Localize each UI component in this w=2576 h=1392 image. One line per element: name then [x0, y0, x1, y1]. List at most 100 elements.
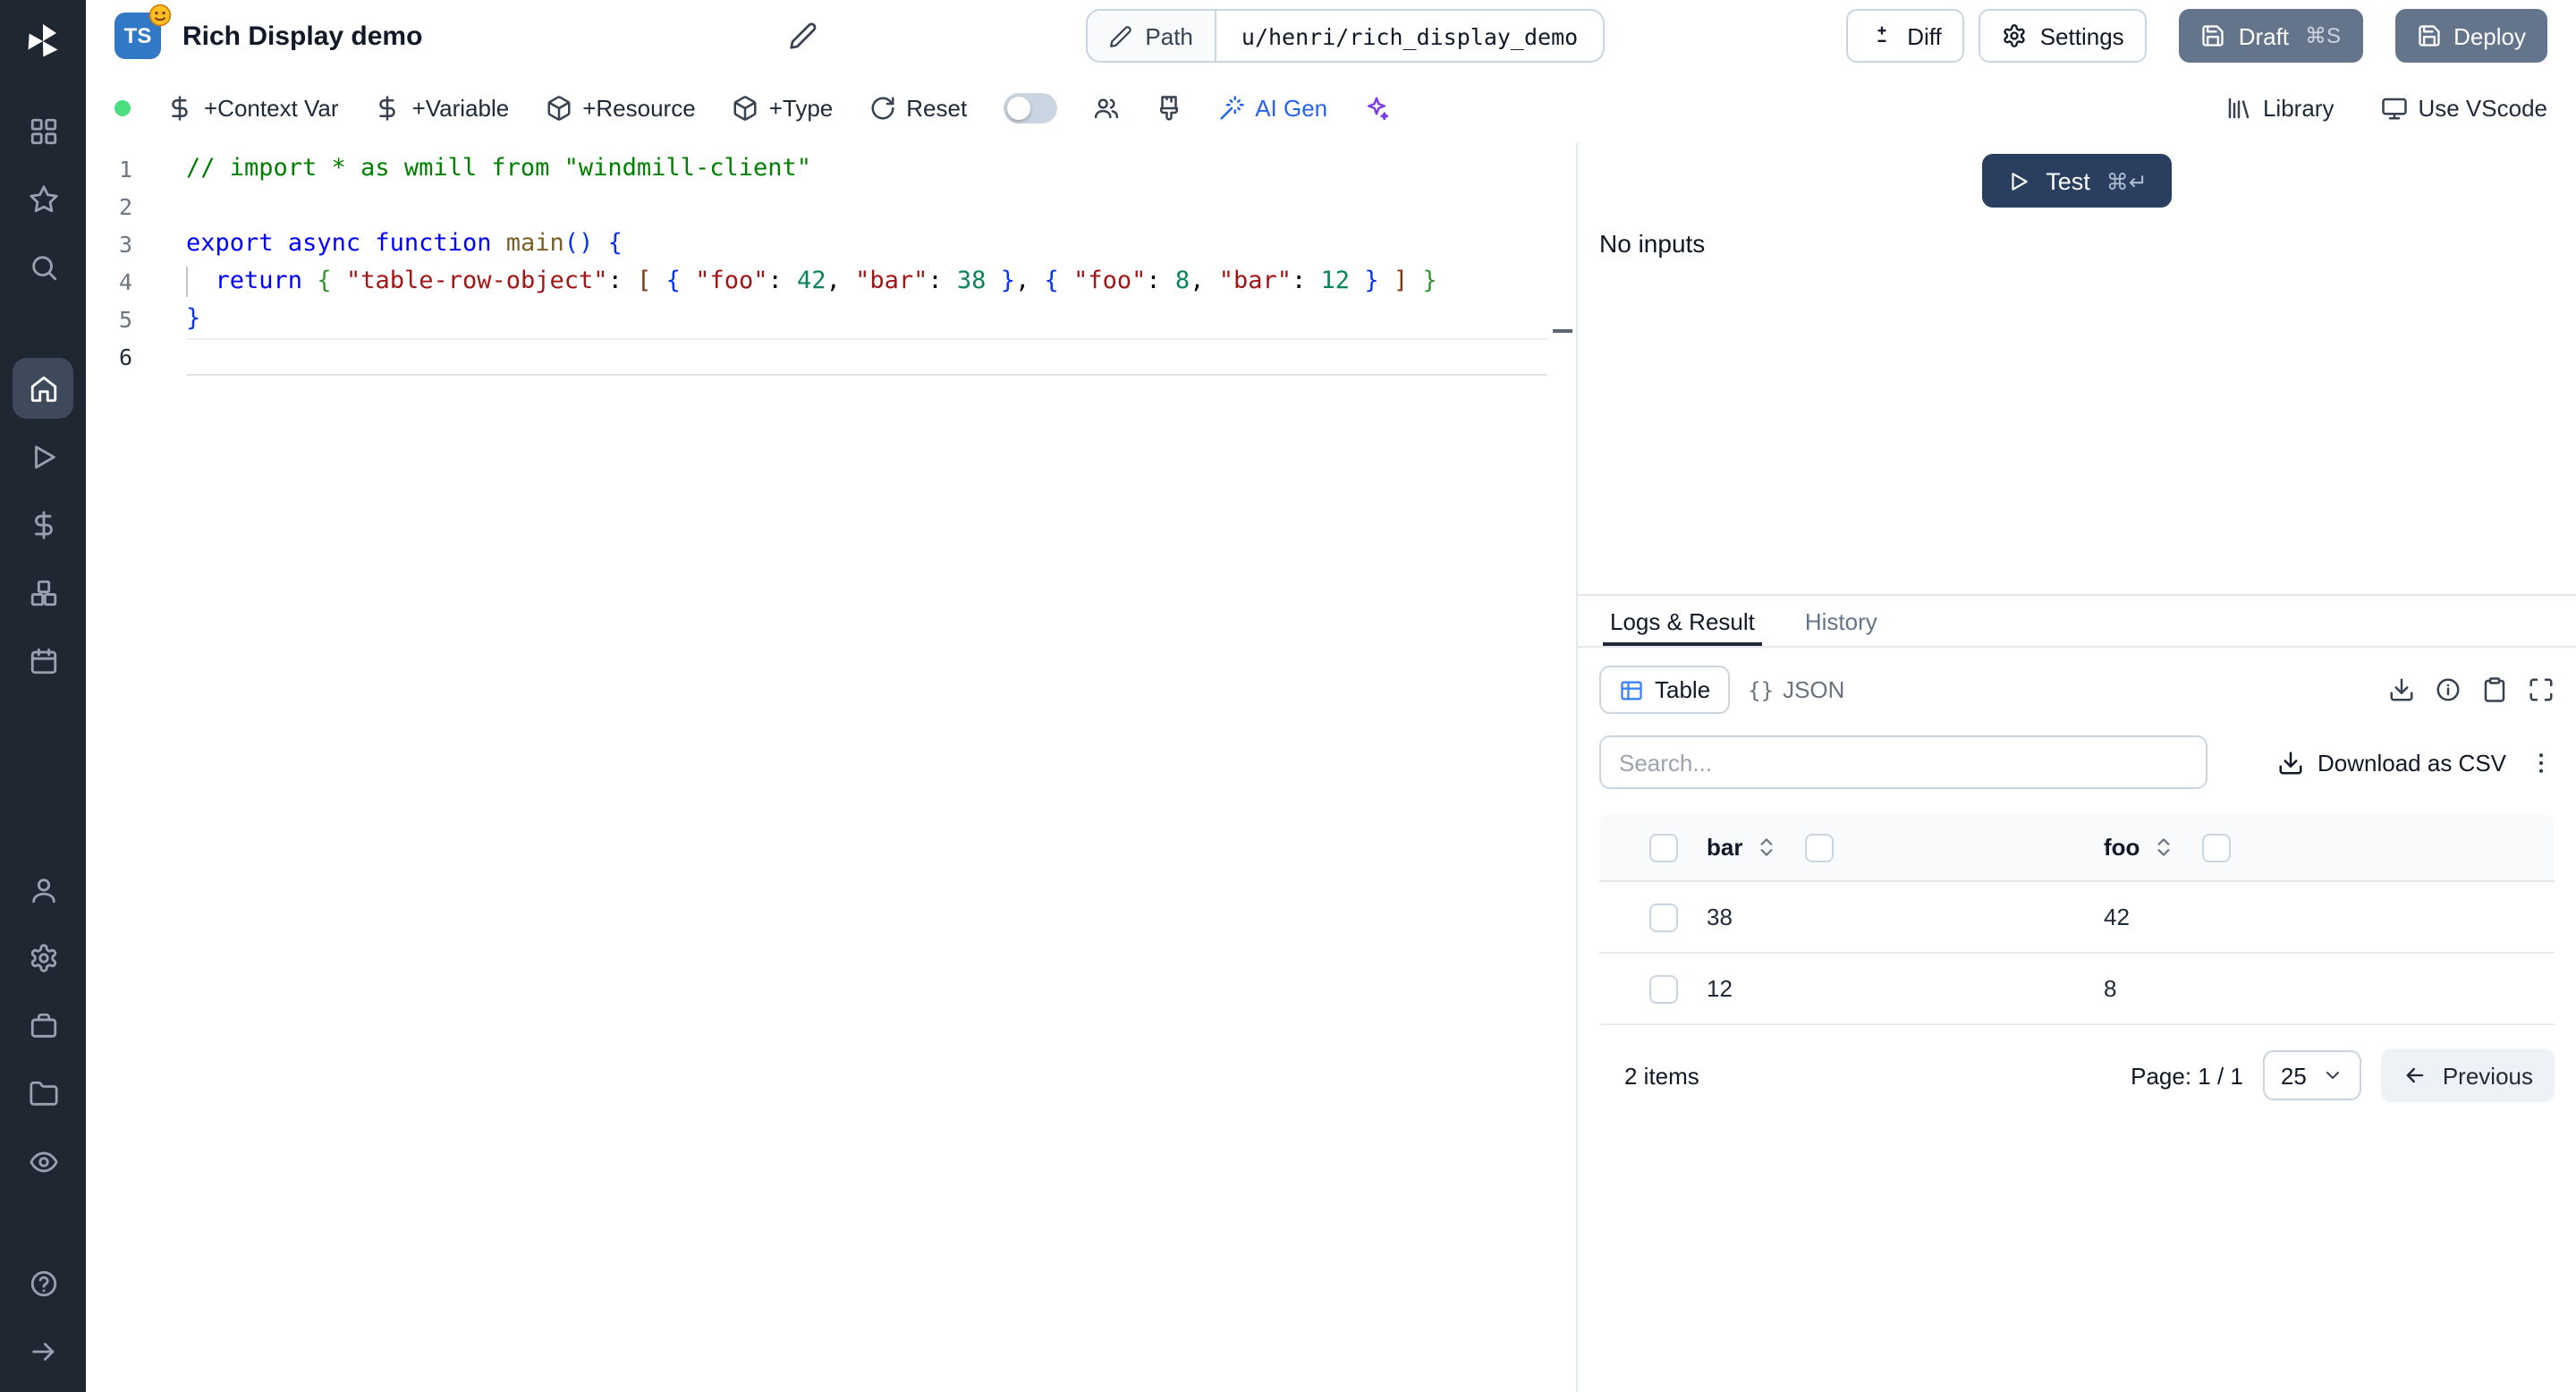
kebab-icon: [2538, 752, 2544, 772]
add-context-var-button[interactable]: +Context Var: [166, 94, 339, 121]
sort-icon: [1760, 838, 1773, 856]
sidebar-item-home[interactable]: [13, 358, 73, 419]
user-icon: [31, 878, 55, 903]
ai-fix-button[interactable]: [1363, 94, 1390, 121]
code-line[interactable]: 6: [86, 338, 1576, 376]
sidebar-item-runs[interactable]: [13, 426, 73, 487]
code-line[interactable]: 1 // import * as wmill from "windmill-cli…: [86, 150, 1576, 188]
view-table-button[interactable]: Table: [1599, 666, 1731, 714]
sidebar: [0, 0, 86, 1392]
format-button[interactable]: [1155, 94, 1182, 121]
code-editor[interactable]: 1 // import * as wmill from "windmill-cli…: [86, 143, 1576, 1392]
table-footer: 2 items Page: 1 / 1 25 Previous: [1599, 1048, 2555, 1102]
sort-foo-button[interactable]: [2152, 836, 2175, 859]
edit-path-button[interactable]: Path: [1088, 11, 1216, 61]
column-toggle-foo[interactable]: [2202, 833, 2232, 862]
sidebar-item-folders[interactable]: [13, 1063, 73, 1124]
sidebar-item-favorites[interactable]: [13, 168, 73, 229]
table-row[interactable]: 38 42: [1599, 882, 2555, 954]
code-line[interactable]: 2: [86, 188, 1576, 225]
sidebar-nav-bottom: [0, 859, 86, 1381]
row-checkbox[interactable]: [1649, 974, 1678, 1003]
sidebar-item-search[interactable]: [13, 236, 73, 297]
dollar-icon: [379, 95, 396, 120]
table-actions: Download as CSV: [2276, 749, 2555, 776]
sidebar-item-apps[interactable]: [13, 100, 73, 161]
path-value[interactable]: u/henri/rich_display_demo: [1216, 22, 1603, 49]
ai-gen-label: AI Gen: [1255, 94, 1328, 121]
save-icon: [2203, 25, 2224, 47]
table-row[interactable]: 12 8: [1599, 954, 2555, 1025]
diff-label: Diff: [1907, 22, 1942, 49]
sort-bar-button[interactable]: [1755, 836, 1778, 859]
assistant-toggle[interactable]: [1003, 92, 1057, 123]
table-header: bar foo: [1599, 814, 2555, 882]
gear-icon: [2004, 24, 2026, 47]
star-icon: [29, 184, 57, 212]
multiplayer-button[interactable]: [1092, 94, 1119, 121]
reset-icon: [870, 96, 894, 119]
view-json-button[interactable]: {} JSON: [1730, 666, 1862, 714]
badge-emoji-icon: [148, 4, 172, 27]
pencil-icon: [790, 22, 817, 49]
windmill-logo-icon[interactable]: [20, 18, 66, 64]
ai-gen-button[interactable]: AI Gen: [1217, 94, 1327, 121]
test-label: Test: [2046, 167, 2090, 194]
maximize-icon[interactable]: [2528, 676, 2555, 703]
select-all-checkbox[interactable]: [1649, 833, 1678, 862]
cell-bar: 38: [1707, 904, 1733, 930]
sidebar-item-variables[interactable]: [13, 494, 73, 555]
previous-page-button[interactable]: Previous: [2381, 1048, 2555, 1102]
column-header-bar[interactable]: bar: [1707, 834, 1742, 861]
box-icon: [733, 95, 757, 120]
info-icon[interactable]: [2435, 676, 2462, 703]
code-line[interactable]: 5}: [86, 301, 1576, 338]
deploy-label: Deploy: [2453, 22, 2526, 49]
column-toggle-bar[interactable]: [1805, 833, 1835, 862]
line-content: }: [186, 304, 201, 333]
row-checkbox[interactable]: [1649, 903, 1678, 931]
sidebar-item-workers[interactable]: [13, 995, 73, 1056]
sidebar-item-schedules[interactable]: [13, 630, 73, 691]
sidebar-item-resources[interactable]: [13, 562, 73, 623]
draft-button[interactable]: Draft ⌘S: [2179, 9, 2363, 63]
column-header-foo[interactable]: foo: [2104, 834, 2140, 861]
sparkles-icon: [1368, 96, 1389, 120]
library-button[interactable]: Library: [2225, 94, 2334, 121]
cell-foo: 8: [2104, 975, 2117, 1002]
sidebar-item-user[interactable]: [13, 859, 73, 920]
code-line[interactable]: 3 export async function main() {: [86, 225, 1576, 263]
save-icon: [2418, 25, 2439, 47]
arrow-right-icon: [31, 1342, 54, 1360]
settings-button[interactable]: Settings: [1979, 9, 2148, 63]
code-line[interactable]: 4 return { "table-row-object": [ { "foo"…: [86, 263, 1576, 301]
add-variable-button[interactable]: +Variable: [375, 94, 509, 121]
clipboard-icon[interactable]: [2481, 676, 2508, 703]
edit-summary-button[interactable]: [789, 21, 818, 50]
search-input[interactable]: [1599, 735, 2207, 789]
add-resource-button[interactable]: +Resource: [545, 94, 696, 121]
sidebar-item-audit[interactable]: [13, 1131, 73, 1192]
add-type-button[interactable]: +Type: [732, 94, 833, 121]
tab-logs-result[interactable]: Logs & Result: [1603, 596, 1762, 646]
sidebar-item-expand[interactable]: [13, 1320, 73, 1381]
folder-icon: [29, 1080, 57, 1105]
test-button[interactable]: Test ⌘↵: [1981, 154, 2173, 208]
page-size-select[interactable]: 25: [2262, 1050, 2362, 1100]
diff-button[interactable]: Diff: [1846, 9, 1965, 63]
view-json-label: JSON: [1783, 676, 1845, 703]
tab-history[interactable]: History: [1798, 596, 1885, 646]
use-vscode-button[interactable]: Use VScode: [2380, 94, 2547, 121]
sidebar-item-help[interactable]: [13, 1252, 73, 1313]
table-icon: [1621, 680, 1642, 700]
download-icon[interactable]: [2388, 676, 2415, 703]
reset-button[interactable]: Reset: [869, 94, 967, 121]
braces-icon: {}: [1748, 677, 1775, 702]
use-vscode-label: Use VScode: [2418, 94, 2547, 121]
download-csv-button[interactable]: Download as CSV: [2276, 749, 2506, 776]
deploy-button[interactable]: Deploy: [2394, 9, 2547, 63]
result-view: Table {} JSON Search... Download as CSV …: [1578, 648, 2576, 1392]
sidebar-item-settings[interactable]: [13, 927, 73, 988]
more-options-button[interactable]: [2528, 749, 2555, 776]
line-number: 6: [118, 344, 132, 370]
